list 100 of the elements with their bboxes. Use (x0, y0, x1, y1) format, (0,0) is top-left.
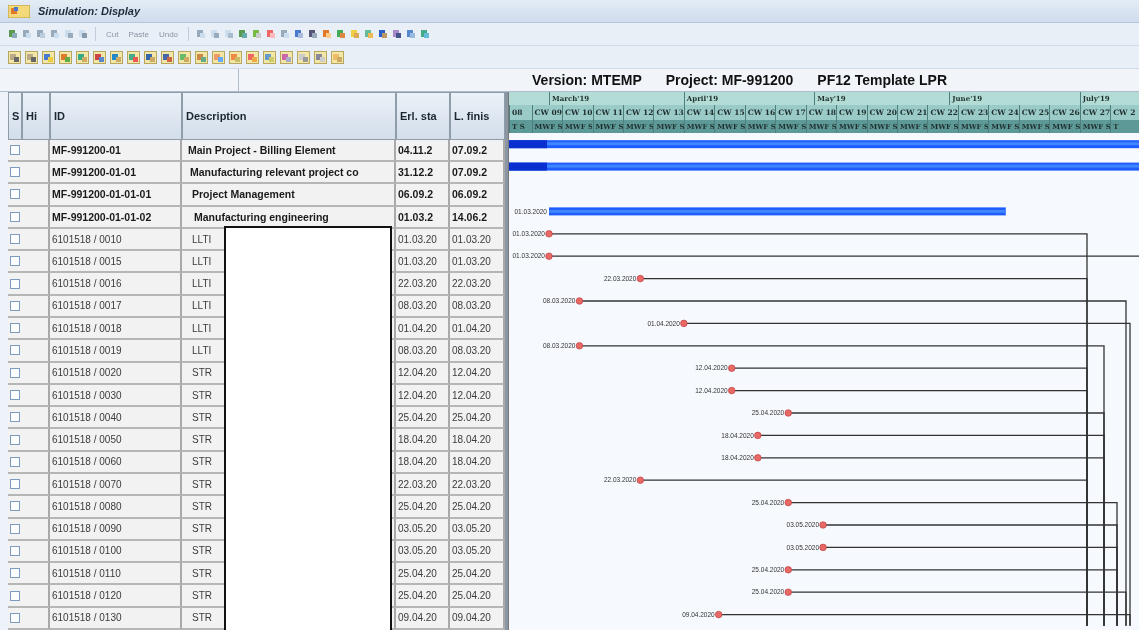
row-checkbox[interactable] (10, 323, 20, 334)
summary-bar[interactable] (509, 162, 1139, 171)
table-cell: 25.04.20 (450, 496, 505, 519)
column-header[interactable]: Hi (22, 92, 50, 140)
milestone-marker[interactable] (728, 364, 736, 372)
tool-icon[interactable] (378, 29, 389, 39)
milestone-marker[interactable] (575, 342, 584, 350)
column-header[interactable]: L. finis (450, 92, 505, 140)
table-cell: MF-991200-01-01-01 (50, 184, 182, 207)
row-checkbox[interactable] (10, 568, 20, 579)
tool-icon[interactable] (322, 29, 333, 39)
column-header[interactable]: Description (182, 92, 396, 140)
table-cell: 18.04.20 (450, 451, 505, 474)
row-checkbox[interactable] (10, 590, 20, 601)
tool-icon[interactable] (406, 29, 417, 39)
table-cell: 22.03.20 (450, 273, 505, 296)
row-checkbox[interactable] (10, 479, 20, 490)
row-checkbox[interactable] (10, 501, 20, 512)
milestone-marker[interactable] (545, 252, 553, 260)
tool-icon[interactable] (93, 50, 106, 64)
table-cell: 6101518 / 0050 (50, 429, 182, 452)
row-checkbox[interactable] (10, 434, 20, 445)
row-checkbox[interactable] (10, 300, 20, 311)
tool-icon[interactable] (127, 50, 140, 64)
tool-icon[interactable] (238, 29, 249, 39)
milestone-marker[interactable] (636, 476, 644, 484)
table-cell: 01.03.20 (396, 228, 450, 252)
table-cell: 12.04.20 (450, 362, 505, 385)
milestone-marker[interactable] (819, 521, 827, 529)
tool-icon[interactable] (294, 29, 305, 39)
tool-icon[interactable] (266, 29, 277, 39)
tool-icon[interactable] (8, 29, 18, 39)
table-cell: 01.03.2 (396, 206, 450, 229)
row-checkbox[interactable] (10, 144, 20, 155)
row-checkbox[interactable] (10, 256, 20, 267)
summary-bar[interactable] (509, 140, 1139, 149)
milestone-marker[interactable] (728, 387, 736, 395)
table-cell: 06.09.2 (450, 184, 505, 207)
milestone-marker[interactable] (754, 454, 762, 462)
table-cell: 6101518 / 0010 (50, 228, 182, 252)
row-checkbox[interactable] (10, 545, 20, 556)
tool-icon[interactable] (110, 50, 123, 64)
milestone-marker[interactable] (819, 544, 827, 552)
table-cell: 18.04.20 (396, 429, 450, 452)
row-checkbox[interactable] (10, 167, 20, 178)
table-cell: 22.03.20 (396, 474, 450, 497)
tool-icon[interactable] (42, 50, 55, 64)
milestone-marker[interactable] (754, 432, 762, 440)
row-checkbox[interactable] (10, 612, 20, 623)
table-cell: 08.03.20 (396, 340, 450, 363)
milestone-marker[interactable] (545, 230, 553, 238)
tool-icon[interactable] (263, 50, 276, 64)
tool-icon[interactable] (59, 50, 72, 64)
table-cell: 25.04.20 (396, 563, 450, 586)
row-checkbox[interactable] (10, 278, 20, 289)
table-cell: 22.03.20 (450, 474, 505, 497)
tool-icon[interactable] (392, 29, 403, 39)
milestone-marker[interactable] (784, 566, 792, 574)
row-checkbox[interactable] (10, 456, 20, 467)
table-cell: 08.03.20 (450, 340, 505, 363)
row-checkbox[interactable] (10, 234, 20, 245)
table-cell: Manufacturing relevant project co (182, 162, 396, 185)
row-checkbox[interactable] (10, 523, 20, 534)
column-header[interactable]: ID (50, 92, 182, 140)
milestone-marker[interactable] (680, 320, 688, 328)
milestone-marker[interactable] (784, 588, 792, 596)
milestone-marker[interactable] (784, 499, 792, 507)
table-cell: 6101518 / 0017 (50, 295, 182, 318)
tool-icon[interactable] (246, 50, 259, 64)
milestone-marker[interactable] (636, 275, 644, 283)
task-bar[interactable] (549, 207, 1006, 216)
milestone-marker[interactable] (784, 409, 792, 417)
table-cell: 01.04.20 (450, 318, 505, 341)
milestone-marker[interactable] (715, 611, 723, 619)
tool-icon[interactable] (25, 50, 38, 64)
table-cell: 22.03.20 (396, 273, 450, 296)
table-cell: 25.04.20 (396, 407, 450, 430)
table-cell: 6101518 / 0060 (50, 451, 182, 474)
tool-icon[interactable] (144, 50, 157, 64)
column-header[interactable]: Erl. sta (396, 92, 450, 140)
row-checkbox[interactable] (10, 345, 20, 356)
tool-icon[interactable] (308, 29, 319, 39)
column-header[interactable]: S (8, 92, 22, 140)
table-cell: 07.09.2 (450, 139, 505, 163)
tool-icon[interactable] (8, 50, 21, 64)
tool-icon[interactable] (161, 50, 174, 64)
table-cell: 6101518 / 0130 (50, 607, 182, 630)
row-checkbox[interactable] (10, 412, 20, 423)
tool-icon[interactable] (314, 50, 327, 64)
row-checkbox[interactable] (10, 367, 20, 378)
table-cell: MF-991200-01 (50, 139, 182, 163)
table-cell: 6101518 / 0019 (50, 340, 182, 363)
table-cell: 09.04.20 (396, 607, 450, 630)
milestone-marker[interactable] (575, 297, 584, 305)
row-checkbox[interactable] (10, 390, 20, 400)
tool-icon[interactable] (280, 50, 293, 64)
table-cell: 06.09.2 (396, 184, 450, 207)
table-cell: 18.04.20 (396, 451, 450, 474)
row-checkbox[interactable] (10, 211, 20, 222)
row-checkbox[interactable] (10, 189, 20, 200)
